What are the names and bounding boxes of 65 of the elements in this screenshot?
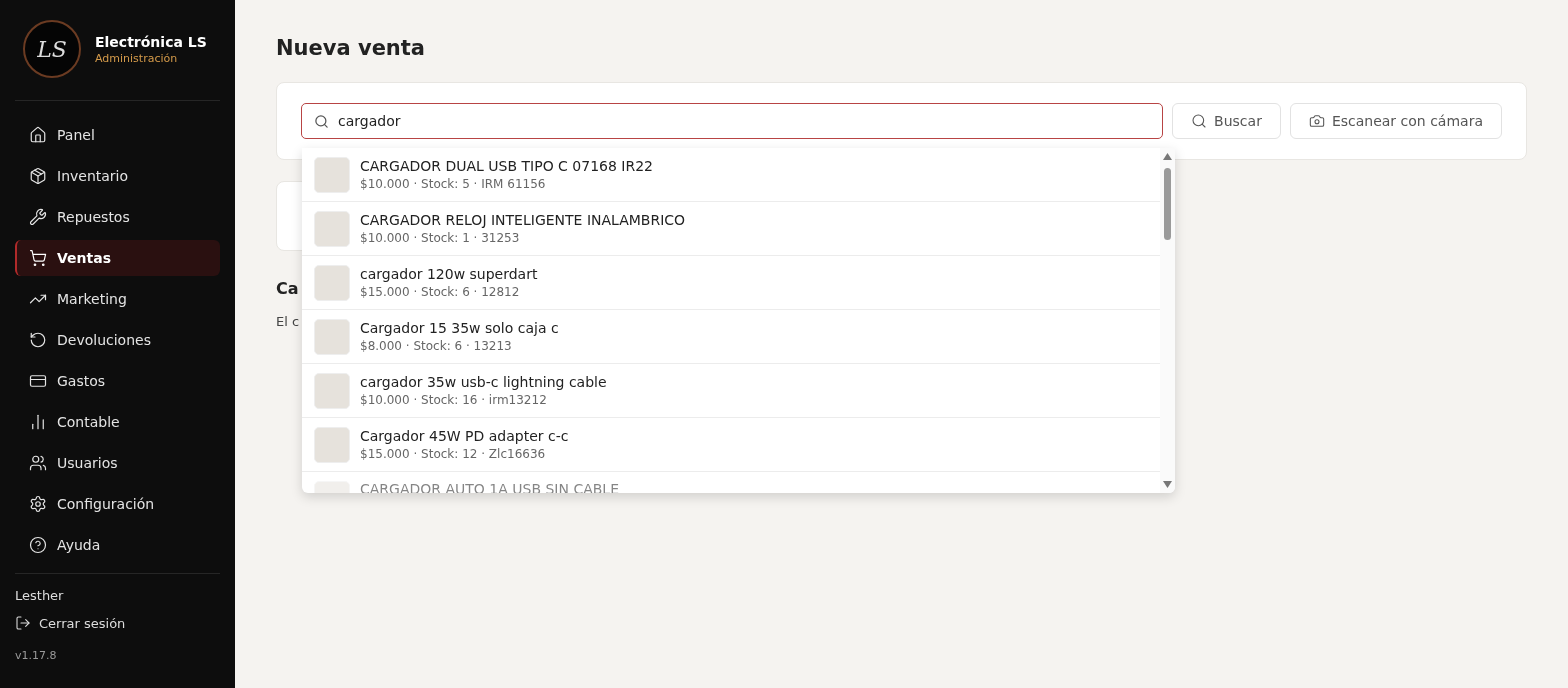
nav-item[interactable]: Contable — [15, 404, 220, 440]
camera-icon — [1308, 113, 1325, 129]
bar-chart-icon — [29, 413, 47, 431]
scan-button[interactable]: Escanear con cámara — [1289, 103, 1502, 139]
product-name: CARGADOR DUAL USB TIPO C 07168 IR22 — [360, 158, 653, 174]
result-item[interactable]: cargador 120w superdart $15.000 · Stock: 6 · 12812 — [302, 256, 1160, 310]
user-name: Lesther — [15, 588, 65, 603]
product-name: Cargador 15 35w solo caja c — [360, 320, 559, 336]
nav-item[interactable]: Gastos — [15, 363, 220, 399]
nav-item[interactable]: Usuarios — [15, 445, 220, 481]
nav-item[interactable]: Devoluciones — [15, 322, 220, 358]
search-field[interactable]: cargador — [301, 103, 1164, 139]
brand-subtitle: Administración — [95, 51, 179, 65]
photo-placeholder — [314, 318, 350, 355]
search-icon — [314, 114, 329, 129]
product-name: CARGADOR RELOJ INTELIGENTE INALAMBRICO — [360, 212, 686, 228]
result-item[interactable]: Cargador 15 35w solo caja c $8.000 · Stock: 6 · 13213 — [302, 310, 1160, 364]
product-details: $15.000 · Stock: 12 · Zlc16636 — [360, 447, 547, 461]
box-icon — [29, 167, 47, 185]
product-name: cargador 35w usb-c lightning cable — [360, 374, 607, 390]
card-icon — [29, 372, 47, 390]
scroll-up-icon[interactable] — [1163, 153, 1172, 160]
section-heading: Ca — [276, 279, 299, 298]
result-item[interactable]: CARGADOR DUAL USB TIPO C 07168 IR22 $10.000 · Stock: 5 · IRM 61156 — [302, 148, 1160, 202]
product-details: $15.000 · Stock: 6 · 12812 — [360, 285, 521, 299]
photo-placeholder — [314, 210, 350, 247]
nav-item[interactable]: Inventario — [15, 158, 220, 194]
result-item[interactable]: cargador 35w usb-c lightning cable $10.000 · Stock: 16 · irm13212 — [302, 364, 1160, 418]
nav-item[interactable]: Repuestos — [15, 199, 220, 235]
logout-icon — [15, 615, 31, 631]
search-button[interactable]: Buscar — [1172, 103, 1281, 139]
result-item[interactable]: Cargador 45W PD adapter c-c $15.000 · Stock: 12 · Zlc16636 — [302, 418, 1160, 472]
scrollbar-thumb[interactable] — [1164, 168, 1171, 240]
nav-item[interactable]: Panel — [15, 117, 220, 153]
brand-name: Electrónica LS — [95, 33, 207, 50]
search-icon — [1191, 113, 1208, 129]
wrench-icon — [29, 208, 47, 226]
photo-placeholder — [314, 156, 350, 193]
page-title: Nueva venta — [276, 36, 427, 60]
product-name: cargador 120w superdart — [360, 266, 538, 282]
nav-item[interactable]: Configuración — [15, 486, 220, 522]
help-icon — [29, 536, 47, 554]
result-item[interactable]: CARGADOR RELOJ INTELIGENTE INALAMBRICO $10.000 · Stock: 1 · 31253 — [302, 202, 1160, 256]
nav-item[interactable]: Marketing — [15, 281, 220, 317]
nav-item[interactable]: Ventas — [15, 240, 220, 276]
home-icon — [29, 126, 47, 144]
undo-icon — [29, 331, 47, 349]
photo-placeholder — [314, 372, 350, 409]
version-label: v1.17.8 — [15, 649, 58, 662]
scrollbar[interactable] — [1160, 148, 1175, 493]
product-details: $10.000 · Stock: 1 · 31253 — [360, 231, 521, 245]
cart-icon — [29, 249, 47, 267]
product-name: Cargador 45W PD adapter c-c — [360, 428, 569, 444]
product-details: $8.000 · Stock: 6 · 13213 — [360, 339, 513, 353]
logout-link[interactable]: Cerrar sesión — [15, 615, 220, 631]
scroll-down-icon[interactable] — [1163, 481, 1172, 488]
settings-icon — [29, 495, 47, 513]
photo-placeholder — [314, 264, 350, 301]
cart-text: El c — [276, 314, 300, 329]
users-icon — [29, 454, 47, 472]
photo-placeholder — [314, 426, 350, 463]
brand-logo: LS — [23, 20, 81, 78]
product-details: $10.000 · Stock: 16 · irm13212 — [360, 393, 548, 407]
product-details: $10.000 · Stock: 5 · IRM 61156 — [360, 177, 547, 191]
nav-item[interactable]: Ayuda — [15, 527, 220, 563]
